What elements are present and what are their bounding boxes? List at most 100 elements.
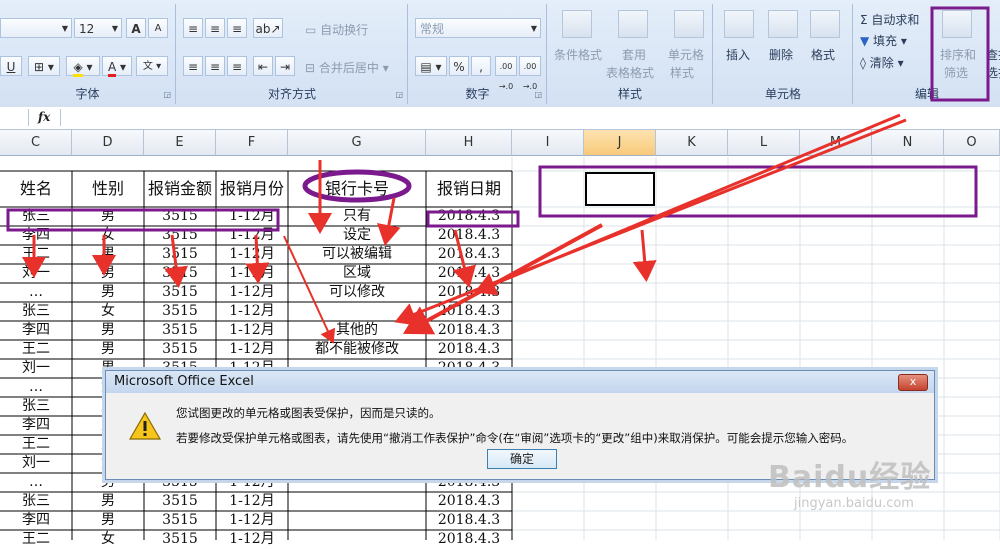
- format-as-table-label1[interactable]: 套用: [622, 46, 646, 63]
- table-cell[interactable]: …: [0, 473, 72, 492]
- table-cell[interactable]: 张三: [0, 397, 72, 416]
- table-cell[interactable]: 1-12月: [216, 226, 288, 245]
- table-cell[interactable]: 张三: [0, 302, 72, 321]
- ok-button[interactable]: 确定: [487, 449, 557, 469]
- column-header-n[interactable]: N: [872, 130, 944, 156]
- table-cell[interactable]: 3515: [144, 511, 216, 530]
- column-header-e[interactable]: E: [144, 130, 216, 156]
- table-cell[interactable]: 3515: [144, 283, 216, 302]
- table-cell[interactable]: 2018.4.3: [426, 340, 512, 359]
- table-cell[interactable]: 2018.4.3: [426, 245, 512, 264]
- align-top-button[interactable]: ≡: [183, 18, 203, 38]
- format-button[interactable]: 格式: [811, 46, 835, 63]
- cell-styles-label1[interactable]: 单元格: [668, 46, 704, 63]
- format-as-table-label2[interactable]: 表格格式: [606, 64, 654, 81]
- table-header-cell[interactable]: 报销金额: [144, 172, 216, 206]
- table-header-cell[interactable]: 报销月份: [216, 172, 288, 206]
- shrink-font-button[interactable]: A: [148, 18, 168, 38]
- table-cell[interactable]: 1-12月: [216, 321, 288, 340]
- selected-cell-j[interactable]: [585, 172, 655, 206]
- table-cell[interactable]: 2018.4.3: [426, 321, 512, 340]
- table-cell[interactable]: 1-12月: [216, 340, 288, 359]
- table-cell[interactable]: 王二: [0, 340, 72, 359]
- table-cell[interactable]: 3515: [144, 226, 216, 245]
- table-cell[interactable]: 设定: [288, 226, 426, 245]
- close-button[interactable]: x: [898, 374, 928, 391]
- table-cell[interactable]: 1-12月: [216, 207, 288, 226]
- column-header-j[interactable]: J: [584, 130, 656, 156]
- table-header-cell[interactable]: 报销日期: [426, 172, 512, 206]
- column-header-d[interactable]: D: [72, 130, 144, 156]
- format-as-table-icon[interactable]: [618, 10, 648, 38]
- phonetic-button[interactable]: 文 ▾: [136, 56, 168, 76]
- column-header-m[interactable]: M: [800, 130, 872, 156]
- percent-button[interactable]: %: [449, 56, 469, 76]
- find-select-label2[interactable]: 选择: [986, 64, 1000, 81]
- font-color-button[interactable]: A ▾: [102, 56, 132, 77]
- table-cell[interactable]: 3515: [144, 245, 216, 264]
- table-cell[interactable]: 其他的: [288, 321, 426, 340]
- table-cell[interactable]: 男: [72, 492, 144, 511]
- format-icon[interactable]: [810, 10, 840, 38]
- sort-filter-label2[interactable]: 筛选: [944, 64, 968, 81]
- table-cell[interactable]: 2018.4.3: [426, 264, 512, 283]
- table-cell[interactable]: 2018.4.3: [426, 283, 512, 302]
- dialog-launcher-icon[interactable]: ◲: [395, 90, 403, 99]
- font-size-dropdown[interactable]: 12 ▼: [74, 18, 122, 38]
- table-cell[interactable]: …: [0, 378, 72, 397]
- table-cell[interactable]: 可以被编辑: [288, 245, 426, 264]
- currency-button[interactable]: ▤ ▾: [415, 56, 447, 76]
- column-header-o[interactable]: O: [944, 130, 1000, 156]
- table-cell[interactable]: [288, 492, 426, 511]
- table-cell[interactable]: 3515: [144, 302, 216, 321]
- insert-icon[interactable]: [724, 10, 754, 38]
- table-cell[interactable]: 李四: [0, 226, 72, 245]
- cell-styles-icon[interactable]: [674, 10, 704, 38]
- table-header-cell[interactable]: 性别: [72, 172, 144, 206]
- increase-decimal-button[interactable]: .00 →.0: [495, 56, 517, 91]
- table-header-cell[interactable]: 姓名: [0, 172, 72, 206]
- table-cell[interactable]: 2018.4.3: [426, 511, 512, 530]
- delete-icon[interactable]: [768, 10, 798, 38]
- sort-filter-icon[interactable]: [942, 10, 972, 38]
- table-cell[interactable]: 李四: [0, 511, 72, 530]
- table-cell[interactable]: 2018.4.3: [426, 226, 512, 245]
- wrap-text-button[interactable]: ▭ 自动换行: [305, 21, 368, 38]
- column-header-l[interactable]: L: [728, 130, 800, 156]
- fx-icon[interactable]: fx: [38, 110, 50, 124]
- table-cell[interactable]: 李四: [0, 321, 72, 340]
- align-right-button[interactable]: ≡: [227, 56, 247, 76]
- table-cell[interactable]: 男: [72, 283, 144, 302]
- dialog-launcher-icon[interactable]: ◲: [534, 90, 542, 99]
- font-name-dropdown[interactable]: ▼: [0, 18, 72, 38]
- table-cell[interactable]: 男: [72, 264, 144, 283]
- decrease-indent-button[interactable]: ⇤: [253, 56, 273, 76]
- align-bottom-button[interactable]: ≡: [227, 18, 247, 38]
- table-cell[interactable]: 男: [72, 511, 144, 530]
- table-cell[interactable]: 2018.4.3: [426, 207, 512, 226]
- table-cell[interactable]: 刘一: [0, 264, 72, 283]
- table-cell[interactable]: 2018.4.3: [426, 302, 512, 321]
- sort-filter-label1[interactable]: 排序和: [940, 46, 976, 63]
- grow-font-button[interactable]: A: [126, 18, 146, 38]
- column-header-h[interactable]: H: [426, 130, 512, 156]
- delete-button[interactable]: 删除: [769, 46, 793, 63]
- table-cell[interactable]: 1-12月: [216, 492, 288, 511]
- insert-button[interactable]: 插入: [726, 46, 750, 63]
- table-cell[interactable]: 男: [72, 340, 144, 359]
- formula-input[interactable]: [60, 109, 999, 126]
- table-header-cell[interactable]: 银行卡号: [288, 172, 426, 206]
- table-cell[interactable]: 3515: [144, 207, 216, 226]
- table-cell[interactable]: 1-12月: [216, 283, 288, 302]
- fill-color-button[interactable]: ◈ ▾: [66, 56, 100, 77]
- table-cell[interactable]: …: [0, 283, 72, 302]
- table-cell[interactable]: 只有: [288, 207, 426, 226]
- find-select-label1[interactable]: 查找: [986, 46, 1000, 63]
- orientation-button[interactable]: ab↗: [253, 18, 283, 38]
- table-cell[interactable]: 男: [72, 321, 144, 340]
- cell-styles-label2[interactable]: 样式: [670, 64, 694, 81]
- table-cell[interactable]: 女: [72, 226, 144, 245]
- table-cell[interactable]: [288, 302, 426, 321]
- table-cell[interactable]: 刘一: [0, 359, 72, 378]
- dialog-launcher-icon[interactable]: ◲: [163, 90, 171, 99]
